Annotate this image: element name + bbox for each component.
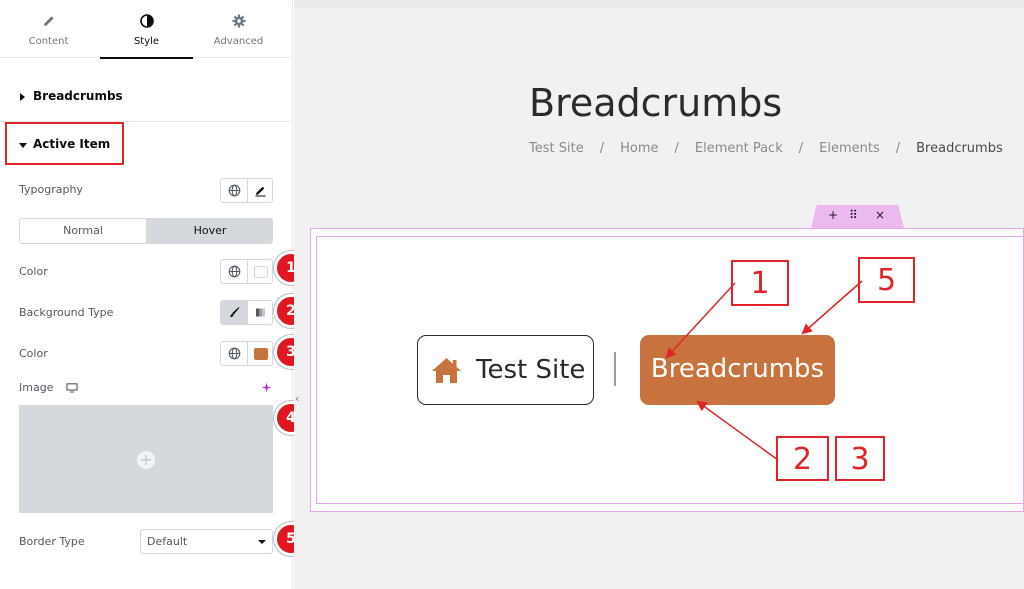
page-title: Breadcrumbs <box>529 81 783 125</box>
state-hover-tab[interactable]: Hover <box>146 219 272 243</box>
image-upload-area[interactable]: + <box>19 405 273 513</box>
style-panel: Content Style Advanced Breadcrumbs Activ… <box>0 0 293 589</box>
callout-2: 2 <box>776 436 829 481</box>
crumb-separator: / <box>674 141 679 156</box>
typography-label: Typography <box>19 183 83 196</box>
callout-1: 1 <box>731 260 789 306</box>
globe-icon <box>228 265 240 278</box>
delete-section-icon[interactable]: × <box>875 208 885 222</box>
active-item-highlight <box>5 122 124 165</box>
callout-5: 5 <box>858 257 915 303</box>
border-type-label: Border Type <box>19 535 85 548</box>
callout-3: 3 <box>835 436 885 481</box>
add-image-icon: + <box>137 451 155 469</box>
global-bg-color-button[interactable] <box>221 342 247 365</box>
brush-icon <box>229 307 239 318</box>
home-icon <box>432 358 461 383</box>
gradient-icon <box>256 308 265 317</box>
background-color-label: Color <box>19 347 48 360</box>
section-handle: + ⠿ × <box>811 205 904 228</box>
tab-content-label: Content <box>28 36 69 47</box>
breadcrumb-home-label: Test Site <box>476 355 586 385</box>
global-color-button[interactable] <box>221 260 247 283</box>
section-breadcrumbs[interactable]: Breadcrumbs <box>0 74 293 122</box>
bg-classic-button[interactable] <box>221 301 247 324</box>
ai-sparkle-icon[interactable] <box>261 382 272 393</box>
globe-icon <box>228 347 240 360</box>
border-type-value: Default <box>147 535 188 548</box>
pencil-icon <box>255 186 266 197</box>
tab-style[interactable]: Style <box>98 0 195 59</box>
crumb-elements[interactable]: Elements <box>819 141 880 156</box>
text-color-label: Color <box>19 265 48 278</box>
site-breadcrumb: Test Site / Home / Element Pack / Elements / Bre… <box>529 141 1003 156</box>
state-normal-tab[interactable]: Normal <box>20 219 146 243</box>
editor-root: Content Style Advanced Breadcrumbs Activ… <box>0 0 1024 589</box>
chevron-down-icon <box>258 540 266 544</box>
bg-gradient-button[interactable] <box>247 301 272 324</box>
drag-section-icon[interactable]: ⠿ <box>849 208 858 222</box>
orange-color-swatch <box>253 347 268 360</box>
background-type-label: Background Type <box>19 306 114 319</box>
pencil-icon <box>43 16 54 26</box>
crumb-test-site[interactable]: Test Site <box>529 141 584 156</box>
white-color-swatch <box>253 265 268 278</box>
bg-color-picker[interactable] <box>247 342 272 365</box>
section-breadcrumbs-title: Breadcrumbs <box>33 89 123 103</box>
background-type-controls <box>220 300 273 325</box>
border-type-select[interactable]: Default <box>140 529 273 554</box>
text-color-controls <box>220 259 273 284</box>
typography-controls <box>220 178 273 203</box>
desktop-icon[interactable] <box>66 383 78 393</box>
globe-icon <box>228 184 240 197</box>
collapse-panel-icon[interactable]: ‹ <box>295 392 299 405</box>
edit-typography-button[interactable] <box>247 179 272 202</box>
image-label: Image <box>19 381 54 394</box>
background-color-controls <box>220 341 273 366</box>
crumb-separator: / <box>798 141 804 156</box>
breadcrumb-active-item[interactable]: Breadcrumbs <box>640 335 835 405</box>
gear-icon <box>232 14 245 28</box>
tab-content[interactable]: Content <box>0 0 97 58</box>
caret-right-icon <box>20 93 25 101</box>
crumb-separator: / <box>895 141 901 156</box>
crumb-home[interactable]: Home <box>620 141 658 156</box>
text-color-picker[interactable] <box>247 260 272 283</box>
breadcrumb-divider <box>614 352 616 386</box>
crumb-current: Breadcrumbs <box>916 141 1003 156</box>
crumb-separator: / <box>599 141 605 156</box>
half-circle-icon <box>139 14 154 28</box>
global-button[interactable] <box>221 179 247 202</box>
add-section-icon[interactable]: + <box>828 208 838 222</box>
panel-tabs: Content Style Advanced <box>0 0 293 59</box>
breadcrumb-active-label: Breadcrumbs <box>650 354 825 384</box>
tab-style-label: Style <box>133 36 160 47</box>
state-switch: Normal Hover <box>19 218 273 244</box>
preview-top-bar <box>294 0 1024 8</box>
tab-advanced-label: Advanced <box>213 36 264 47</box>
tab-advanced[interactable]: Advanced <box>190 0 287 58</box>
breadcrumb-home-item[interactable]: Test Site <box>417 335 594 405</box>
crumb-element-pack[interactable]: Element Pack <box>695 141 783 156</box>
